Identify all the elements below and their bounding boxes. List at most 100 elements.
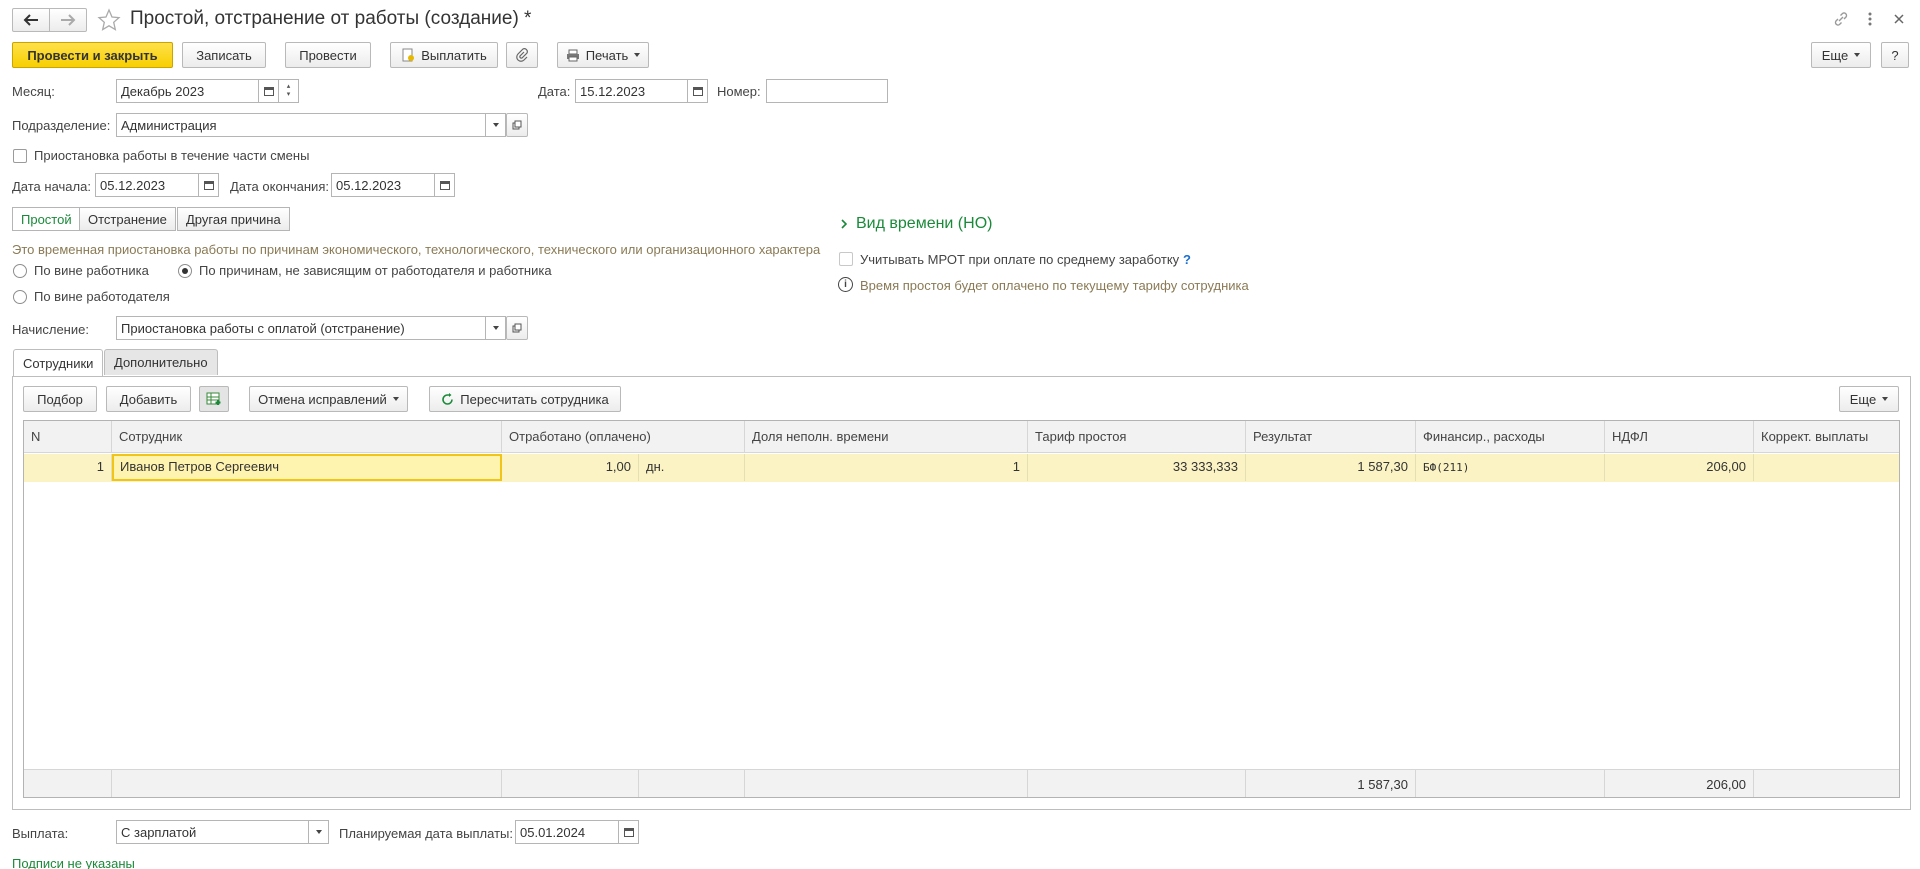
col-header-tariff[interactable]: Тариф простоя [1028,421,1246,453]
pay-label: Выплатить [421,47,487,63]
start-date-label: Дата начала: [12,179,91,194]
info-icon: i [838,277,853,292]
month-field[interactable]: Декабрь 2023 ▴ ▾ [116,79,299,103]
month-label: Месяц: [12,84,55,99]
col-header-n[interactable]: N [24,421,112,453]
calendar-icon[interactable] [198,174,218,196]
dropdown-arrow-icon[interactable] [485,114,505,136]
tab-downtime[interactable]: Простой [12,207,81,231]
open-accrual-button[interactable] [506,316,528,340]
close-icon[interactable] [1892,12,1906,26]
paperclip-icon [516,48,528,62]
employees-table[interactable]: N Сотрудник Отработано (оплачено) Доля н… [23,420,1900,798]
row-ndfl[interactable]: 206,00 [1605,454,1754,481]
more-vertical-icon[interactable] [1865,10,1875,28]
col-header-employee[interactable]: Сотрудник [112,421,502,453]
tab-suspension[interactable]: Отстранение [79,207,176,231]
planned-date-field[interactable]: 05.01.2024 [515,820,639,844]
row-worked[interactable]: 1,00 [502,454,639,481]
favorite-star-icon[interactable] [97,8,121,32]
fill-table-button[interactable] [199,386,229,412]
row-employee[interactable]: Иванов Петров Сергеевич [112,454,502,481]
table-more-button[interactable]: Еще [1839,386,1899,412]
radio-employee-fault[interactable] [13,264,27,278]
accrual-field[interactable]: Приостановка работы с оплатой (отстранен… [116,316,506,340]
chevron-down-icon [392,397,399,401]
accrual-label: Начисление: [12,322,89,337]
row-correction[interactable] [1754,454,1899,481]
month-value: Декабрь 2023 [121,83,205,99]
date-field[interactable]: 15.12.2023 [575,79,708,103]
planned-date-label: Планируемая дата выплаты: [339,826,513,841]
department-field[interactable]: Администрация [116,113,506,137]
chevron-down-icon [634,53,641,57]
col-header-financing[interactable]: Финансир., расходы [1416,421,1605,453]
row-unit: дн. [639,454,745,481]
dropdown-arrow-icon[interactable] [308,821,328,843]
col-header-worked[interactable]: Отработано (оплачено) [502,421,745,453]
print-label: Печать [585,47,629,63]
partial-shift-checkbox[interactable] [13,149,27,163]
post-and-close-button[interactable]: Провести и закрыть [12,42,173,68]
calendar-icon[interactable] [618,821,638,843]
time-kind-label: Вид времени (НО) [856,215,993,232]
end-date-field[interactable]: 05.12.2023 [331,173,455,197]
radio-employer-fault[interactable] [13,290,27,304]
payment-field[interactable]: С зарплатой [116,820,329,844]
col-header-correction[interactable]: Коррект. выплаты [1754,421,1899,453]
dropdown-arrow-icon[interactable] [485,317,505,339]
footer-cell [1028,770,1246,797]
row-tariff[interactable]: 33 333,333 [1028,454,1246,481]
tab-employees[interactable]: Сотрудники [13,349,104,376]
mrot-help-icon[interactable]: ? [1183,252,1191,267]
post-button[interactable]: Провести [285,42,371,68]
save-button[interactable]: Записать [182,42,266,68]
chevron-down-icon [1854,53,1861,57]
more-button[interactable]: Еще [1811,42,1871,68]
add-button[interactable]: Добавить [106,386,191,412]
col-header-result[interactable]: Результат [1246,421,1416,453]
pick-button[interactable]: Подбор [23,386,97,412]
radio-employee-fault-label: По вине работника [34,263,149,278]
print-button[interactable]: Печать [557,42,649,68]
radio-independent-reasons-label: По причинам, не зависящим от работодател… [199,263,552,278]
row-result[interactable]: 1 587,30 [1246,454,1416,481]
start-date-value: 05.12.2023 [100,177,166,193]
number-field[interactable] [766,79,888,103]
payment-label: Выплата: [12,826,69,841]
row-share[interactable]: 1 [745,454,1028,481]
link-icon[interactable] [1832,10,1850,28]
mrot-label: Учитывать МРОТ при оплате по среднему за… [860,252,1180,267]
radio-independent-reasons[interactable] [178,264,192,278]
calendar-icon[interactable] [434,174,454,196]
forward-button[interactable] [49,8,87,32]
chevron-down-icon [1882,397,1889,401]
calendar-icon[interactable] [687,80,707,102]
cancel-corrections-button[interactable]: Отмена исправлений [249,386,408,412]
open-department-button[interactable] [506,113,528,137]
footer-cell [745,770,1028,797]
row-financing[interactable]: БФ(211) [1416,454,1605,481]
signatures-link[interactable]: Подписи не указаны [12,856,135,869]
info-text: Время простоя будет оплачено по текущему… [860,278,1249,293]
description-text: Это временная приостановка работы по при… [12,242,821,257]
calendar-icon[interactable] [258,80,278,102]
back-button[interactable] [12,8,50,32]
pay-button[interactable]: Выплатить [390,42,498,68]
time-kind-link[interactable]: Вид времени (НО) [840,215,992,233]
tab-additional[interactable]: Дополнительно [104,349,218,375]
help-button[interactable]: ? [1881,42,1909,68]
tab-other-reason[interactable]: Другая причина [177,207,290,231]
footer-cell [502,770,639,797]
mrot-checkbox[interactable] [839,252,853,266]
number-label: Номер: [717,84,761,99]
start-date-field[interactable]: 05.12.2023 [95,173,219,197]
recalc-employee-button[interactable]: Пересчитать сотрудника [429,386,621,412]
col-header-share[interactable]: Доля неполн. времени [745,421,1028,453]
radio-employer-fault-label: По вине работодателя [34,289,170,304]
footer-ndfl-total: 206,00 [1605,770,1754,797]
month-stepper[interactable]: ▴ ▾ [278,80,298,102]
attach-button[interactable] [506,42,538,68]
col-header-ndfl[interactable]: НДФЛ [1605,421,1754,453]
payment-value: С зарплатой [121,824,197,840]
